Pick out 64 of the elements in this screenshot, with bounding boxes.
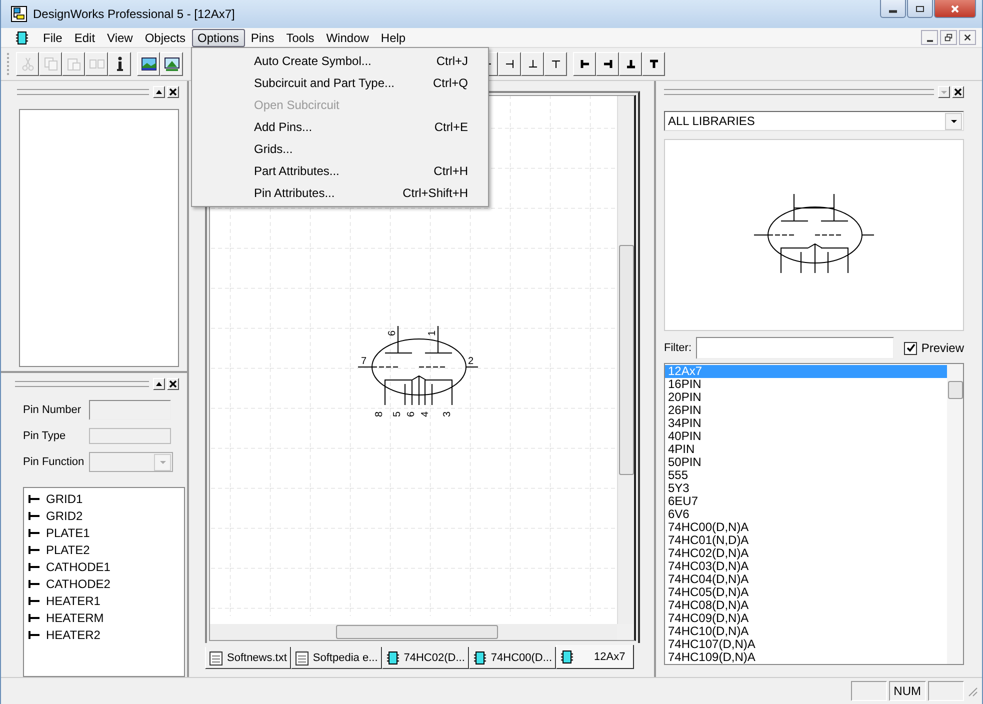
pin-number: 1 <box>427 330 438 336</box>
document-tab[interactable]: Softnews.txt <box>205 647 291 669</box>
part-list-item[interactable]: 26PIN <box>665 404 947 417</box>
menu-item[interactable]: Auto Create Symbol... Ctrl+J <box>192 50 488 72</box>
part-list-item[interactable]: 74HC10(D,N)A <box>665 625 947 638</box>
pin-number: 2 <box>468 356 474 367</box>
field-label: Pin Function <box>23 456 86 468</box>
part-list-item[interactable]: 40PIN <box>665 430 947 443</box>
part-list-item[interactable]: 74HC09(D,N)A <box>665 612 947 625</box>
status-indicator: NUM <box>888 681 926 701</box>
part-list-item[interactable]: 74HC08(D,N)A <box>665 599 947 612</box>
pin-number: 3 <box>442 411 453 417</box>
pin-name[interactable]: GRID1 <box>46 492 83 506</box>
document-tab[interactable]: Softpedia e... <box>290 647 382 669</box>
field-label: Pin Number <box>23 404 82 416</box>
part-list-item[interactable]: 34PIN <box>665 417 947 430</box>
menu-item[interactable]: Help <box>374 28 412 46</box>
menu-item[interactable]: Edit <box>68 28 102 46</box>
preview-label: Preview <box>921 341 964 355</box>
part-list-item[interactable]: 74HC04(D,N)A <box>665 573 947 586</box>
pin-number: 6 <box>387 330 398 336</box>
pin-name[interactable]: HEATERM <box>46 610 104 624</box>
part-list-item[interactable]: 74HC107(D,N)A <box>665 638 947 651</box>
part-list-item[interactable]: 16PIN <box>665 378 947 391</box>
document-tab[interactable]: 74HC00(D... <box>468 647 556 669</box>
pin-name[interactable]: PLATE2 <box>46 542 90 556</box>
document-tab[interactable]: 12Ax7 <box>556 645 634 669</box>
part-list-item[interactable]: 20PIN <box>665 391 947 404</box>
pin-number: 4 <box>420 411 431 417</box>
pin-name[interactable]: HEATER2 <box>46 628 100 642</box>
part-list-item[interactable]: 74HC05(D,N)A <box>665 586 947 599</box>
pin-name[interactable]: PLATE1 <box>46 526 90 540</box>
menu-item[interactable]: Window <box>320 28 375 46</box>
library-dropdown[interactable]: ALL LIBRARIES <box>664 111 964 131</box>
menu-item[interactable]: Pins <box>244 28 280 46</box>
menu-item[interactable]: Tools <box>280 28 320 46</box>
part-list-item[interactable]: 74HC02(D,N)A <box>665 547 947 560</box>
pin-number: 5 <box>392 411 403 417</box>
part-list-item[interactable]: 6V6 <box>665 508 947 521</box>
pin-name[interactable]: CATHODE1 <box>46 560 110 574</box>
menu-item[interactable]: File <box>37 28 68 46</box>
filter-label: Filter: <box>664 342 692 354</box>
part-list-item[interactable]: 555 <box>665 469 947 482</box>
part-list-item[interactable]: 50PIN <box>665 456 947 469</box>
menu-item[interactable]: Objects <box>138 28 192 46</box>
part-list-item[interactable]: 4PIN <box>665 443 947 456</box>
part-list-item[interactable]: 5Y3 <box>665 482 947 495</box>
menu-item[interactable]: Subcircuit and Part Type... Ctrl+Q <box>192 72 488 94</box>
pin-number: 7 <box>361 356 367 367</box>
part-list-item[interactable]: 74HC00(D,N)A <box>665 521 947 534</box>
pin-name[interactable]: HEATER1 <box>46 594 100 608</box>
field-label: Pin Type <box>23 430 67 442</box>
part-list-item[interactable]: 6EU7 <box>665 495 947 508</box>
pin-number: 6 <box>406 411 417 417</box>
part-list-item[interactable]: 74HC109(D,N)A <box>665 651 947 664</box>
pin-number: 8 <box>374 411 385 417</box>
menu-item[interactable]: Options <box>192 28 245 46</box>
part-list-item[interactable]: 74HC01(N,D)A <box>665 534 947 547</box>
pin-name[interactable]: CATHODE2 <box>46 576 110 590</box>
pin-name[interactable]: GRID2 <box>46 508 83 522</box>
menu-item[interactable]: View <box>101 28 139 46</box>
document-tab[interactable]: 74HC02(D... <box>382 647 469 669</box>
part-list-item[interactable]: 74HC03(D,N)A <box>665 560 947 573</box>
window-title: DesignWorks Professional 5 - [12Ax7] <box>33 7 235 21</box>
